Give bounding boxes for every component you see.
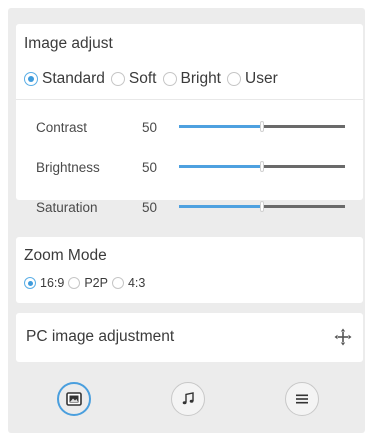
contrast-slider-thumb[interactable] xyxy=(260,121,264,132)
mode-option-bright[interactable]: Bright xyxy=(162,70,222,88)
menu-icon xyxy=(296,394,308,404)
contrast-slider-fill xyxy=(179,125,262,128)
radio-user[interactable] xyxy=(227,72,241,86)
image-icon xyxy=(66,392,82,406)
zoom-label-16-9: 16:9 xyxy=(40,276,65,290)
mode-label-user: User xyxy=(245,70,278,87)
zoom-mode-title: Zoom Mode xyxy=(24,247,107,264)
pc-image-adjustment-row[interactable]: PC image adjustment xyxy=(16,313,363,362)
saturation-value: 50 xyxy=(142,199,158,215)
saturation-slider[interactable] xyxy=(179,201,345,212)
mode-label-soft: Soft xyxy=(128,70,157,87)
audio-settings-button[interactable] xyxy=(171,382,205,416)
saturation-slider-row: Saturation 50 xyxy=(16,192,363,222)
image-settings-button[interactable] xyxy=(57,382,91,416)
zoom-mode-group: 16:9 P2P 4:3 xyxy=(24,276,149,290)
radio-16-9[interactable] xyxy=(24,277,36,289)
radio-4-3[interactable] xyxy=(111,277,124,289)
brightness-slider[interactable] xyxy=(179,161,345,172)
contrast-slider[interactable] xyxy=(179,121,345,132)
radio-bright[interactable] xyxy=(162,72,177,86)
radio-soft[interactable] xyxy=(110,72,125,86)
zoom-mode-card: Zoom Mode 16:9 P2P 4:3 xyxy=(16,237,363,303)
mode-label-bright: Bright xyxy=(180,70,222,87)
brightness-label: Brightness xyxy=(36,159,100,175)
mode-option-standard[interactable]: Standard xyxy=(24,70,105,88)
brightness-slider-thumb[interactable] xyxy=(260,161,264,172)
contrast-value: 50 xyxy=(142,119,158,135)
picture-mode-group: Standard Soft Bright User xyxy=(24,70,284,88)
pc-image-adjustment-label: PC image adjustment xyxy=(26,328,175,345)
mode-option-user[interactable]: User xyxy=(227,70,278,88)
menu-button[interactable] xyxy=(285,382,319,416)
music-note-icon xyxy=(182,392,194,405)
radio-standard[interactable] xyxy=(24,72,38,86)
settings-panel: Image adjust Standard Soft Bright User C… xyxy=(8,8,365,433)
saturation-label: Saturation xyxy=(36,199,98,215)
brightness-slider-row: Brightness 50 xyxy=(16,152,363,182)
image-adjust-card: Image adjust Standard Soft Bright User C… xyxy=(16,24,363,215)
zoom-label-p2p: P2P xyxy=(84,276,108,290)
divider xyxy=(16,99,363,100)
contrast-label: Contrast xyxy=(36,119,88,135)
zoom-option-p2p[interactable]: P2P xyxy=(68,276,108,290)
brightness-value: 50 xyxy=(142,159,158,175)
saturation-slider-fill xyxy=(179,205,262,208)
zoom-option-16-9[interactable]: 16:9 xyxy=(24,276,64,290)
contrast-slider-row: Contrast 50 xyxy=(16,112,363,142)
zoom-option-4-3[interactable]: 4:3 xyxy=(111,276,146,290)
mode-option-soft[interactable]: Soft xyxy=(110,70,157,88)
brightness-slider-fill xyxy=(179,165,262,168)
zoom-label-4-3: 4:3 xyxy=(127,276,146,290)
image-adjust-title: Image adjust xyxy=(24,35,113,52)
mode-label-standard: Standard xyxy=(42,70,105,87)
radio-p2p[interactable] xyxy=(68,277,81,289)
move-icon[interactable] xyxy=(333,327,353,347)
saturation-slider-thumb[interactable] xyxy=(260,201,264,212)
